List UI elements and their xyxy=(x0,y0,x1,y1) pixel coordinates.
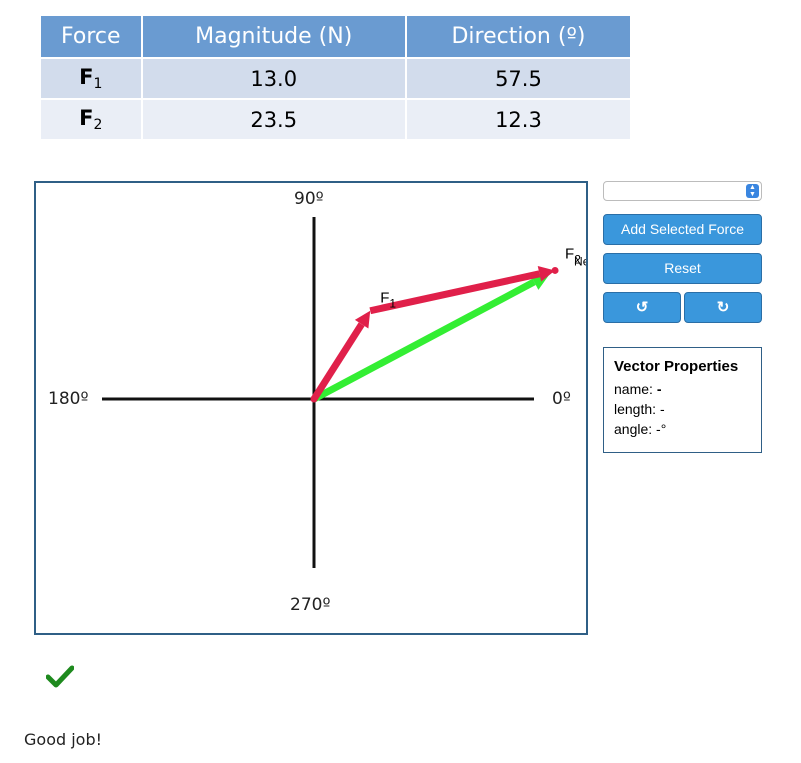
force-direction: 57.5 xyxy=(404,57,630,99)
property-name-value: - xyxy=(656,381,662,397)
force-magnitude: 13.0 xyxy=(140,57,406,99)
undo-button[interactable]: ↺ xyxy=(603,292,681,323)
add-selected-force-button[interactable]: Add Selected Force xyxy=(603,214,762,245)
force-direction: 12.3 xyxy=(404,98,630,139)
table-row: F2 23.5 12.3 xyxy=(41,98,630,139)
vector-fnet-label: Net xyxy=(574,254,586,268)
axis-label-0: 0º xyxy=(552,389,571,409)
header-direction: Direction (º) xyxy=(404,16,630,58)
axis-label-90: 90º xyxy=(294,189,324,209)
vector-plot-svg: F1 F2 Net xyxy=(102,217,586,568)
vector-properties-panel: Vector Properties name: - length: - angl… xyxy=(603,347,762,453)
property-angle-value: -° xyxy=(656,421,667,437)
chevron-updown-icon: ▲ ▼ xyxy=(746,184,759,198)
feedback-text: Good job! xyxy=(24,730,103,749)
table-row: F1 13.0 57.5 xyxy=(41,57,630,99)
tip-dot xyxy=(551,266,559,274)
force-name: F1 xyxy=(41,57,142,99)
undo-icon: ↺ xyxy=(635,299,649,316)
force-magnitude: 23.5 xyxy=(140,98,406,139)
origin-dot xyxy=(310,395,318,403)
header-magnitude: Magnitude (N) xyxy=(140,16,406,58)
property-length: length: - xyxy=(614,401,665,417)
force-table: Force Magnitude (N) Direction (º) F1 13.… xyxy=(41,16,630,139)
table-header-row: Force Magnitude (N) Direction (º) xyxy=(41,16,630,58)
axis-label-180: 180º xyxy=(48,389,89,409)
checkmark-icon xyxy=(46,665,74,688)
reset-button[interactable]: Reset xyxy=(603,253,762,284)
vector-plot-area[interactable]: F1 F2 Net 90º 180º 0º 270º xyxy=(34,181,588,635)
redo-icon: ↻ xyxy=(716,299,730,316)
force-name: F2 xyxy=(41,98,142,139)
force-select[interactable]: ▲ ▼ xyxy=(603,181,762,201)
axis-label-270: 270º xyxy=(290,595,331,615)
property-angle: angle: -° xyxy=(614,421,667,437)
vector-properties-title: Vector Properties xyxy=(614,358,739,375)
redo-button[interactable]: ↻ xyxy=(684,292,762,323)
property-name: name: - xyxy=(614,381,662,397)
property-length-value: - xyxy=(659,401,665,417)
header-force: Force xyxy=(41,16,142,58)
